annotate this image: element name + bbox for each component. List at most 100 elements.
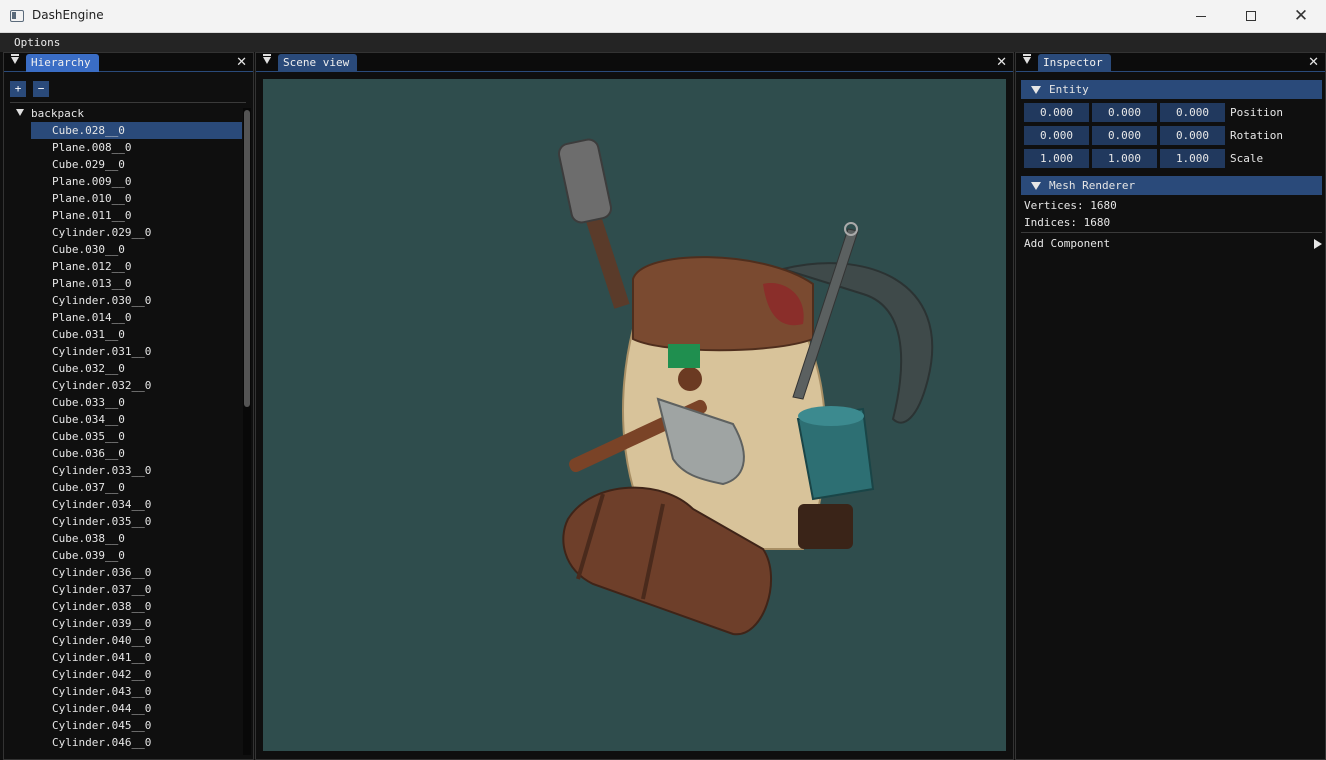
tree-children: Cube.028__0 Plane.008__0 Cube.029__0 Plane.…	[10, 122, 242, 751]
tree-item[interactable]: Cube.030__0	[10, 241, 242, 258]
inspector-panel: Inspector ✕ Entity 0.000 0.000 0.000 Pos…	[1015, 52, 1326, 760]
tree-item[interactable]: Cube.035__0	[10, 428, 242, 445]
tree-item[interactable]: Cylinder.036__0	[10, 564, 242, 581]
tree-item[interactable]: Cube.039__0	[10, 547, 242, 564]
scene-view-panel: Scene view ✕	[255, 52, 1014, 760]
entity-section-header[interactable]: Entity	[1021, 80, 1322, 99]
entity-header-label: Entity	[1049, 83, 1089, 96]
tree-node-backpack[interactable]: backpack	[10, 105, 242, 122]
tree-item[interactable]: Cube.033__0	[10, 394, 242, 411]
remove-entity-button[interactable]: −	[33, 81, 49, 97]
mesh-renderer-header-label: Mesh Renderer	[1049, 179, 1136, 192]
tree-item[interactable]: Plane.013__0	[10, 275, 242, 292]
tree-item[interactable]: Cube.031__0	[10, 326, 242, 343]
tree-item[interactable]: Cube.037__0	[10, 479, 242, 496]
tree-item[interactable]: Cube.028__0	[31, 122, 242, 139]
scene-header: Scene view ✕	[256, 53, 1013, 72]
scrollbar-thumb[interactable]	[244, 110, 250, 407]
tree-item[interactable]: Cylinder.037__0	[10, 581, 242, 598]
divider	[10, 102, 246, 103]
minimize-button[interactable]	[1178, 0, 1224, 32]
hierarchy-header: Hierarchy ✕	[4, 53, 253, 72]
tree-item[interactable]: Cylinder.038__0	[10, 598, 242, 615]
window-menu-icon[interactable]	[1023, 54, 1031, 64]
scale-x-field[interactable]: 1.000	[1024, 149, 1089, 168]
tab-inspector[interactable]: Inspector	[1038, 54, 1111, 72]
tree-item[interactable]: Cube.029__0	[10, 156, 242, 173]
rotation-row: 0.000 0.000 0.000 Rotation	[1024, 126, 1324, 145]
tree-item[interactable]: Cylinder.034__0	[10, 496, 242, 513]
close-window-button[interactable]: ✕	[1278, 0, 1324, 32]
maximize-icon	[1246, 11, 1256, 21]
position-row: 0.000 0.000 0.000 Position	[1024, 103, 1324, 122]
minimize-icon	[1196, 15, 1206, 17]
tree-item[interactable]: Plane.014__0	[10, 309, 242, 326]
window-titlebar: DashEngine ✕	[0, 0, 1326, 33]
menu-options[interactable]: Options	[14, 36, 60, 49]
tab-hierarchy[interactable]: Hierarchy	[26, 54, 99, 72]
rotation-z-field[interactable]: 0.000	[1160, 126, 1225, 145]
maximize-button[interactable]	[1228, 0, 1274, 32]
tab-scene-view[interactable]: Scene view	[278, 54, 358, 72]
inspector-close-icon[interactable]: ✕	[1308, 55, 1319, 70]
tree-item[interactable]: Cylinder.033__0	[10, 462, 242, 479]
hierarchy-close-icon[interactable]: ✕	[236, 55, 247, 70]
tree-item[interactable]: Cylinder.046__0	[10, 734, 242, 751]
hierarchy-scrollbar[interactable]	[243, 108, 251, 755]
tree-item[interactable]: Cylinder.042__0	[10, 666, 242, 683]
scale-y-field[interactable]: 1.000	[1092, 149, 1157, 168]
tree-item[interactable]: Cylinder.035__0	[10, 513, 242, 530]
submenu-arrow-icon	[1314, 239, 1322, 249]
indices-count: Indices: 1680	[1024, 216, 1111, 229]
add-component-label: Add Component	[1024, 237, 1111, 250]
tree-item[interactable]: Cylinder.041__0	[10, 649, 242, 666]
collapse-arrow-icon[interactable]	[1031, 86, 1041, 94]
close-icon: ✕	[1293, 5, 1309, 26]
divider	[1021, 232, 1322, 233]
inspector-header: Inspector ✕	[1016, 53, 1325, 72]
tree-item[interactable]: Cylinder.044__0	[10, 700, 242, 717]
tree-item[interactable]: Plane.009__0	[10, 173, 242, 190]
position-z-field[interactable]: 0.000	[1160, 103, 1225, 122]
position-label: Position	[1230, 106, 1283, 119]
scale-label: Scale	[1230, 152, 1264, 165]
window-menu-icon[interactable]	[263, 54, 271, 64]
scale-z-field[interactable]: 1.000	[1160, 149, 1225, 168]
rotation-y-field[interactable]: 0.000	[1092, 126, 1157, 145]
tree-node-label: backpack	[31, 107, 84, 120]
tree-item[interactable]: Cylinder.032__0	[10, 377, 242, 394]
vertices-count: Vertices: 1680	[1024, 199, 1117, 212]
add-component-button[interactable]: Add Component	[1021, 234, 1322, 253]
mesh-renderer-section-header[interactable]: Mesh Renderer	[1021, 176, 1322, 195]
app-icon	[10, 10, 24, 22]
tree-item[interactable]: Cylinder.029__0	[10, 224, 242, 241]
tree-item[interactable]: Cylinder.030__0	[10, 292, 242, 309]
window-title: DashEngine	[32, 8, 104, 22]
scene-viewport[interactable]	[263, 79, 1006, 751]
tree-item[interactable]: Cylinder.031__0	[10, 343, 242, 360]
tree-item[interactable]: Cube.034__0	[10, 411, 242, 428]
window-menu-icon[interactable]	[11, 54, 19, 64]
tree-item[interactable]: Plane.010__0	[10, 190, 242, 207]
hierarchy-tree: backpack Cube.028__0 Plane.008__0 Cube.029…	[10, 105, 242, 755]
add-entity-button[interactable]: +	[10, 81, 26, 97]
position-y-field[interactable]: 0.000	[1092, 103, 1157, 122]
backpack-model-render	[557, 138, 934, 636]
tree-item[interactable]: Plane.012__0	[10, 258, 242, 275]
tree-item[interactable]: Plane.008__0	[10, 139, 242, 156]
scale-row: 1.000 1.000 1.000 Scale	[1024, 149, 1324, 168]
tree-item[interactable]: Cylinder.045__0	[10, 717, 242, 734]
tree-item[interactable]: Cylinder.039__0	[10, 615, 242, 632]
expand-arrow-icon[interactable]	[16, 109, 24, 116]
tree-item[interactable]: Cylinder.040__0	[10, 632, 242, 649]
tree-item[interactable]: Cylinder.043__0	[10, 683, 242, 700]
menu-bar: Options	[0, 33, 1326, 52]
tree-item[interactable]: Plane.011__0	[10, 207, 242, 224]
tree-item[interactable]: Cube.038__0	[10, 530, 242, 547]
collapse-arrow-icon[interactable]	[1031, 182, 1041, 190]
tree-item[interactable]: Cube.036__0	[10, 445, 242, 462]
rotation-x-field[interactable]: 0.000	[1024, 126, 1089, 145]
position-x-field[interactable]: 0.000	[1024, 103, 1089, 122]
tree-item[interactable]: Cube.032__0	[10, 360, 242, 377]
scene-close-icon[interactable]: ✕	[996, 55, 1007, 70]
